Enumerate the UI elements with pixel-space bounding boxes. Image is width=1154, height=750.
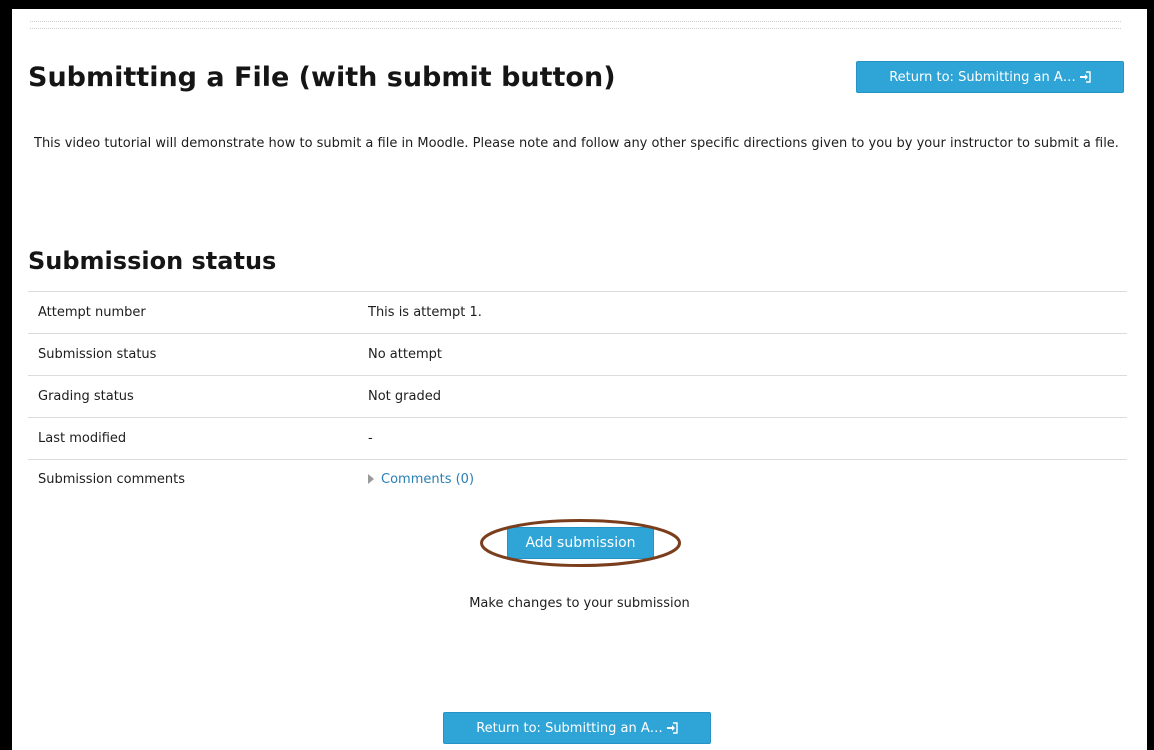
return-button-label: Return to: Submitting an A… bbox=[476, 720, 663, 736]
row-label: Grading status bbox=[28, 375, 358, 418]
row-label: Submission status bbox=[28, 333, 358, 376]
table-row: Submission comments Comments (0) bbox=[28, 459, 1127, 502]
return-button-top[interactable]: Return to: Submitting an A… bbox=[856, 61, 1124, 93]
enter-icon bbox=[666, 722, 678, 734]
table-row: Attempt number This is attempt 1. bbox=[28, 291, 1127, 334]
row-label: Attempt number bbox=[28, 291, 358, 334]
submission-status-heading: Submission status bbox=[28, 247, 277, 275]
comments-cell: Comments (0) bbox=[358, 459, 1127, 502]
enter-icon bbox=[1079, 71, 1091, 83]
add-submission-button[interactable]: Add submission bbox=[507, 527, 654, 559]
return-button-label: Return to: Submitting an A… bbox=[889, 69, 1076, 85]
row-label: Submission comments bbox=[28, 459, 358, 502]
return-button-bottom[interactable]: Return to: Submitting an A… bbox=[443, 712, 711, 744]
triangle-right-icon[interactable] bbox=[368, 473, 374, 484]
submission-status-table: Attempt number This is attempt 1. Submis… bbox=[28, 291, 1127, 502]
helper-text: Make changes to your submission bbox=[469, 596, 690, 611]
row-value: This is attempt 1. bbox=[358, 291, 1127, 334]
page-frame: Submitting a File (with submit button) R… bbox=[0, 0, 1154, 750]
intro-text: This video tutorial will demonstrate how… bbox=[34, 136, 1119, 151]
comments-link[interactable]: Comments (0) bbox=[381, 472, 474, 487]
table-row: Submission status No attempt bbox=[28, 333, 1127, 376]
page-title: Submitting a File (with submit button) bbox=[28, 62, 616, 93]
top-dotted-divider bbox=[30, 21, 1121, 29]
row-label: Last modified bbox=[28, 417, 358, 460]
table-row: Grading status Not graded bbox=[28, 375, 1127, 418]
row-value: - bbox=[358, 417, 1127, 460]
row-value: No attempt bbox=[358, 333, 1127, 376]
row-value: Not graded bbox=[358, 375, 1127, 418]
table-row: Last modified - bbox=[28, 417, 1127, 460]
